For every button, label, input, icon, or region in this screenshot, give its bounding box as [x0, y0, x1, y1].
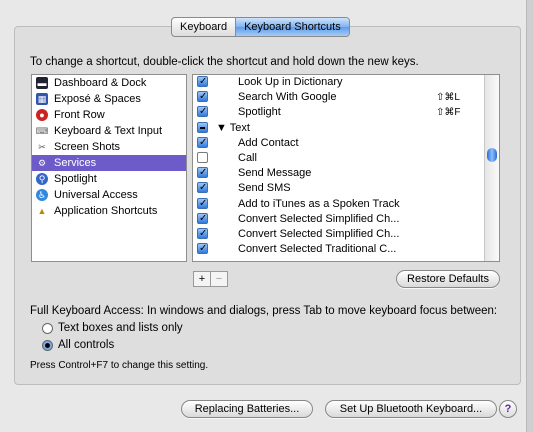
category-label: Services — [54, 157, 97, 169]
shortcut-checkbox[interactable] — [197, 75, 208, 89]
instruction-text: To change a shortcut, double-click the s… — [30, 56, 419, 68]
shortcut-row[interactable]: Send Message — [193, 165, 499, 181]
category-label: Keyboard & Text Input — [54, 125, 163, 137]
shortcut-row[interactable]: Search With Google ⇧⌘L — [193, 89, 499, 105]
window-edge — [526, 0, 533, 432]
hint-text: Press Control+F7 to change this setting. — [30, 360, 209, 371]
shortcut-row[interactable]: Send SMS — [193, 180, 499, 196]
tab-keyboard[interactable]: Keyboard — [172, 18, 235, 36]
shortcut-row[interactable]: Look Up in Dictionary — [193, 75, 499, 90]
expose-spaces-icon: ▦ — [36, 93, 48, 105]
radio-button[interactable] — [42, 322, 53, 334]
shortcut-name: Add Contact — [238, 136, 299, 149]
dashboard-dock-icon: ▬ — [36, 77, 48, 89]
radio-text-boxes-lists[interactable]: Text boxes and lists only — [42, 322, 183, 334]
shortcut-checkbox[interactable] — [197, 196, 208, 211]
shortcut-row[interactable]: Add Contact — [193, 135, 499, 151]
universal-access-icon: ♿ — [36, 189, 48, 201]
shortcut-row[interactable]: Convert Selected Simplified Ch... — [193, 211, 499, 227]
category-label: Universal Access — [54, 189, 138, 201]
shortcut-name: Send SMS — [238, 182, 291, 195]
shortcut-checkbox[interactable] — [197, 135, 208, 150]
bluetooth-keyboard-button[interactable]: Set Up Bluetooth Keyboard... — [325, 400, 497, 418]
shortcut-name: Convert Selected Simplified Ch... — [238, 227, 400, 240]
category-dashboard-dock[interactable]: ▬ Dashboard & Dock — [32, 75, 186, 91]
shortcut-checkbox[interactable] — [197, 104, 208, 119]
vertical-scrollbar[interactable] — [484, 75, 499, 261]
shortcut-row[interactable]: Spotlight ⇧⌘F — [193, 104, 499, 120]
front-row-icon: ● — [36, 109, 48, 121]
spotlight-icon: ⚲ — [36, 173, 48, 185]
category-label: Spotlight — [54, 173, 97, 185]
group-checkbox[interactable] — [197, 121, 208, 133]
shortcut-checkbox[interactable] — [197, 211, 208, 226]
shortcut-checkbox[interactable] — [197, 241, 208, 256]
category-spotlight[interactable]: ⚲ Spotlight — [32, 171, 186, 187]
keyboard-icon: ⌨ — [35, 126, 49, 136]
shortcut-row[interactable]: Add to iTunes as a Spoken Track — [193, 196, 499, 212]
shortcut-name: Send Message — [238, 167, 312, 180]
shortcut-name: Look Up in Dictionary — [238, 76, 343, 88]
help-icon[interactable]: ? — [499, 400, 517, 418]
shortcut-name: Convert Selected Simplified Ch... — [238, 212, 400, 225]
shortcut-group-row[interactable]: ▼ Text — [193, 121, 499, 136]
shortcut-checkbox[interactable] — [197, 89, 208, 104]
shortcut-keys[interactable]: ⇧⌘L — [436, 90, 460, 105]
category-label: Front Row — [54, 109, 105, 121]
category-label: Application Shortcuts — [54, 205, 158, 217]
radio-label: All controls — [58, 339, 115, 351]
shortcut-checkbox[interactable] — [197, 226, 208, 241]
replacing-batteries-button[interactable]: Replacing Batteries... — [181, 400, 313, 418]
category-application-shortcuts[interactable]: ▲ Application Shortcuts — [32, 203, 186, 219]
restore-defaults-button[interactable]: Restore Defaults — [396, 270, 500, 288]
add-remove-control: + − — [193, 271, 228, 287]
category-screen-shots[interactable]: ✂ Screen Shots — [32, 139, 186, 155]
category-list: ▬ Dashboard & Dock ▦ Exposé & Spaces ● F… — [31, 74, 187, 262]
screen-shots-icon: ✂ — [38, 142, 46, 152]
shortcut-row[interactable]: Convert Selected Simplified Ch... — [193, 226, 499, 242]
category-front-row[interactable]: ● Front Row — [32, 107, 186, 123]
shortcut-name: Spotlight — [238, 106, 281, 119]
shortcut-checkbox[interactable] — [197, 151, 208, 163]
category-label: Exposé & Spaces — [54, 93, 141, 105]
shortcut-name: Convert Selected Traditional C... — [238, 243, 397, 256]
shortcut-checkbox[interactable] — [197, 180, 208, 195]
application-shortcuts-icon: ▲ — [37, 206, 47, 216]
shortcut-keys[interactable]: ⇧⌘F — [436, 105, 461, 120]
tab-bar: Keyboard Keyboard Shortcuts — [171, 17, 350, 37]
shortcut-name: Search With Google — [238, 91, 337, 104]
category-services[interactable]: ⚙ Services — [32, 155, 186, 171]
add-button[interactable]: + — [194, 272, 210, 286]
shortcut-row[interactable]: Call — [193, 151, 499, 166]
scrollbar-thumb[interactable] — [487, 148, 497, 162]
shortcut-row[interactable]: Convert Selected Traditional C... — [193, 241, 499, 257]
shortcut-name: Call — [238, 151, 257, 164]
category-label: Dashboard & Dock — [54, 77, 147, 89]
shortcuts-table: Look Up in Dictionary Search With Google… — [192, 74, 500, 262]
category-label: Screen Shots — [54, 141, 121, 153]
shortcut-name: Add to iTunes as a Spoken Track — [238, 197, 400, 210]
radio-label: Text boxes and lists only — [58, 322, 183, 334]
radio-all-controls[interactable]: All controls — [42, 339, 114, 351]
category-universal-access[interactable]: ♿ Universal Access — [32, 187, 186, 203]
category-keyboard-text-input[interactable]: ⌨ Keyboard & Text Input — [32, 123, 186, 139]
full-keyboard-access-label: Full Keyboard Access: In windows and dia… — [30, 305, 498, 317]
radio-button[interactable] — [42, 339, 53, 351]
gear-icon: ⚙ — [37, 158, 47, 168]
category-expose-spaces[interactable]: ▦ Exposé & Spaces — [32, 91, 186, 107]
shortcut-checkbox[interactable] — [197, 165, 208, 180]
tab-keyboard-shortcuts[interactable]: Keyboard Shortcuts — [235, 18, 349, 36]
group-name[interactable]: ▼ Text — [216, 121, 250, 136]
remove-button[interactable]: − — [210, 272, 227, 286]
